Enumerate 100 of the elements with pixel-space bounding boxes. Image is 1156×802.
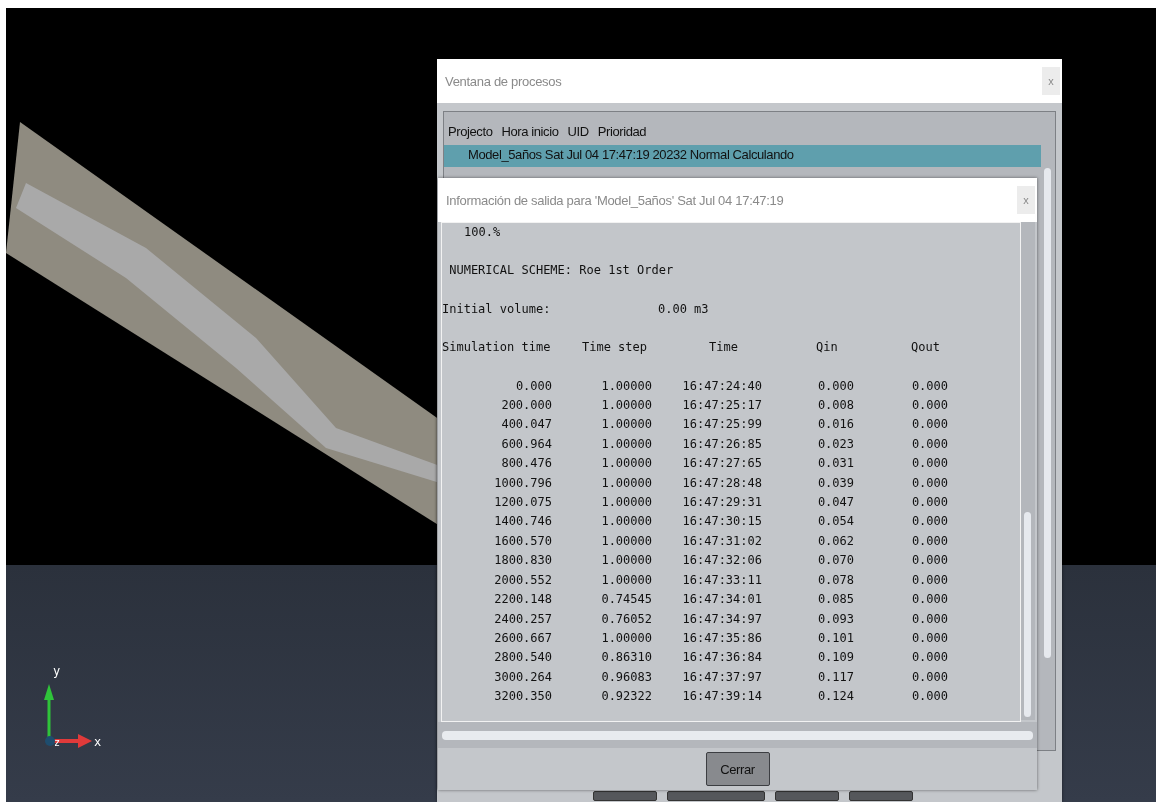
table-cell-text: 0.008 (816, 397, 855, 415)
table-cell-text: 0.054 (816, 513, 855, 531)
table-cell-text: 1.00000 (600, 416, 652, 434)
column-header: Time step (581, 339, 649, 357)
table-cell-text: 1000.796 (493, 474, 552, 492)
table-cell-text: 0.96083 (600, 668, 652, 686)
table-cell-text: 1800.830 (493, 552, 552, 570)
table-cell-text: 0.000 (910, 649, 949, 667)
table-cell-text: 16:47:34:01 (681, 591, 762, 609)
table-cell-text: 3200.350 (493, 688, 552, 706)
table-cell-text: 16:47:37:97 (681, 668, 762, 686)
table-cell-text: 0.124 (816, 688, 855, 706)
dialog-title: Información de salida para 'Model_5años' Sat Jul 04 17:47:19 (446, 192, 784, 208)
column-header[interactable]: Prioridad (597, 124, 647, 139)
table-cell-text: 0.000 (910, 591, 949, 609)
table-cell-text: 1.00000 (600, 494, 652, 512)
table-cell-text: 600.964 (500, 435, 552, 453)
table-cell-text: 0.000 (910, 435, 949, 453)
table-cell-text: 0.000 (910, 474, 949, 492)
table-cell-text: 1.00000 (600, 474, 652, 492)
table-cell-text: 1.00000 (600, 513, 652, 531)
output-line: NUMERICAL SCHEME: Roe 1st Order (448, 262, 675, 280)
output-line: Initial volume: (442, 300, 552, 318)
table-cell-text: 16:47:36:84 (681, 649, 762, 667)
column-header[interactable]: UID (567, 124, 589, 139)
table-cell-text: 0.000 (910, 532, 949, 550)
table-cell-text: 1.00000 (600, 435, 652, 453)
table-cell-text: 200.000 (500, 397, 552, 415)
table-cell-text: 1.00000 (600, 629, 652, 647)
table-cell-text: 800.476 (500, 455, 552, 473)
table-cell-text: 0.000 (910, 610, 949, 628)
close-button[interactable]: Cerrar (705, 752, 770, 786)
table-cell-text: 0.000 (910, 455, 949, 473)
table-cell-text: 16:47:35:86 (681, 629, 762, 647)
table-cell-text: 0.000 (910, 552, 949, 570)
table-cell-text: 16:47:26:85 (681, 435, 762, 453)
table-cell-text: 0.000 (910, 416, 949, 434)
table-cell-text: 0.078 (816, 571, 855, 589)
axis-label: y (53, 664, 61, 678)
button[interactable] (775, 791, 839, 801)
column-header[interactable]: Hora inicio (501, 124, 559, 139)
axis-gizmo-drawing (44, 684, 92, 748)
table-cell-text: 0.101 (816, 629, 855, 647)
table-cell-text: 2400.257 (493, 610, 552, 628)
button[interactable] (849, 791, 913, 801)
table-cell-text: 1.00000 (600, 397, 652, 415)
table-cell-text: 0.047 (816, 494, 855, 512)
table-cell-text: 0.000 (910, 377, 949, 395)
table-cell-text: 0.000 (910, 629, 949, 647)
table-cell-text: 16:47:25:99 (681, 416, 762, 434)
table-cell-text: 1400.746 (493, 513, 552, 531)
table-cell-text: 16:47:30:15 (681, 513, 762, 531)
table-cell-text: 0.109 (816, 649, 855, 667)
column-header: Time (708, 339, 739, 357)
table-cell-text: 0.039 (816, 474, 855, 492)
table-cell-text: 0.000 (816, 377, 855, 395)
table-cell-text: 1.00000 (600, 377, 652, 395)
window-title: Ventana de procesos (445, 73, 562, 89)
table-cell-text: 0.117 (816, 668, 855, 686)
output-value: 0.00 m3 (657, 300, 710, 318)
column-header[interactable]: Projecto (448, 124, 493, 139)
table-cell-text: 0.016 (816, 416, 855, 434)
table-cell-text: 0.000 (910, 571, 949, 589)
table-cell-text: 0.093 (816, 610, 855, 628)
column-header: Qout (910, 339, 941, 357)
table-cell-text: 0.000 (910, 668, 949, 686)
table-cell-text: 0.86310 (600, 649, 652, 667)
table-cell-text: 1.00000 (600, 571, 652, 589)
table-cell-text: 400.047 (500, 416, 552, 434)
table-cell-text: 2000.552 (493, 571, 552, 589)
table-cell-text: 2800.540 (493, 649, 552, 667)
table-cell-text: 1600.570 (493, 532, 552, 550)
table-cell-text: 0.031 (816, 455, 855, 473)
table-cell-text: 16:47:28:48 (681, 474, 762, 492)
button[interactable] (593, 791, 657, 801)
table-cell-text: 1200.075 (493, 494, 552, 512)
table-cell-text: 1.00000 (600, 532, 652, 550)
table-cell-text: 0.000 (910, 397, 949, 415)
table-cell-text: 0.74545 (600, 591, 652, 609)
scrollbar[interactable] (1021, 222, 1035, 720)
table-cell-text: 0.085 (816, 591, 855, 609)
output-line: 100.% (463, 224, 502, 241)
table-cell-text: 0.76052 (600, 610, 652, 628)
table-cell-text: 16:47:33:11 (681, 571, 762, 589)
column-header: Simulation time (442, 339, 552, 357)
table-cell-text: 16:47:27:65 (681, 455, 762, 473)
process-row[interactable]: Model_5años Sat Jul 04 17:47:19 20232 Normal Calculando (444, 145, 1041, 167)
horizontal-scrollbar[interactable] (438, 722, 1037, 748)
table-cell-text: 0.000 (910, 513, 949, 531)
table-cell-text: 0.023 (816, 435, 855, 453)
table-cell-text: 1.00000 (600, 552, 652, 570)
button[interactable] (667, 791, 765, 801)
axis-label: z (54, 737, 61, 748)
table-cell-text: 0.000 (910, 494, 949, 512)
table-cell-text: 3000.264 (493, 668, 552, 686)
table-cell-text: 16:47:31:02 (681, 532, 762, 550)
axis-label: x (94, 735, 102, 749)
table-cell-text: 2600.667 (493, 629, 552, 647)
table-cell-text: 16:47:34:97 (681, 610, 762, 628)
table-cell-text: 0.92322 (600, 688, 652, 706)
